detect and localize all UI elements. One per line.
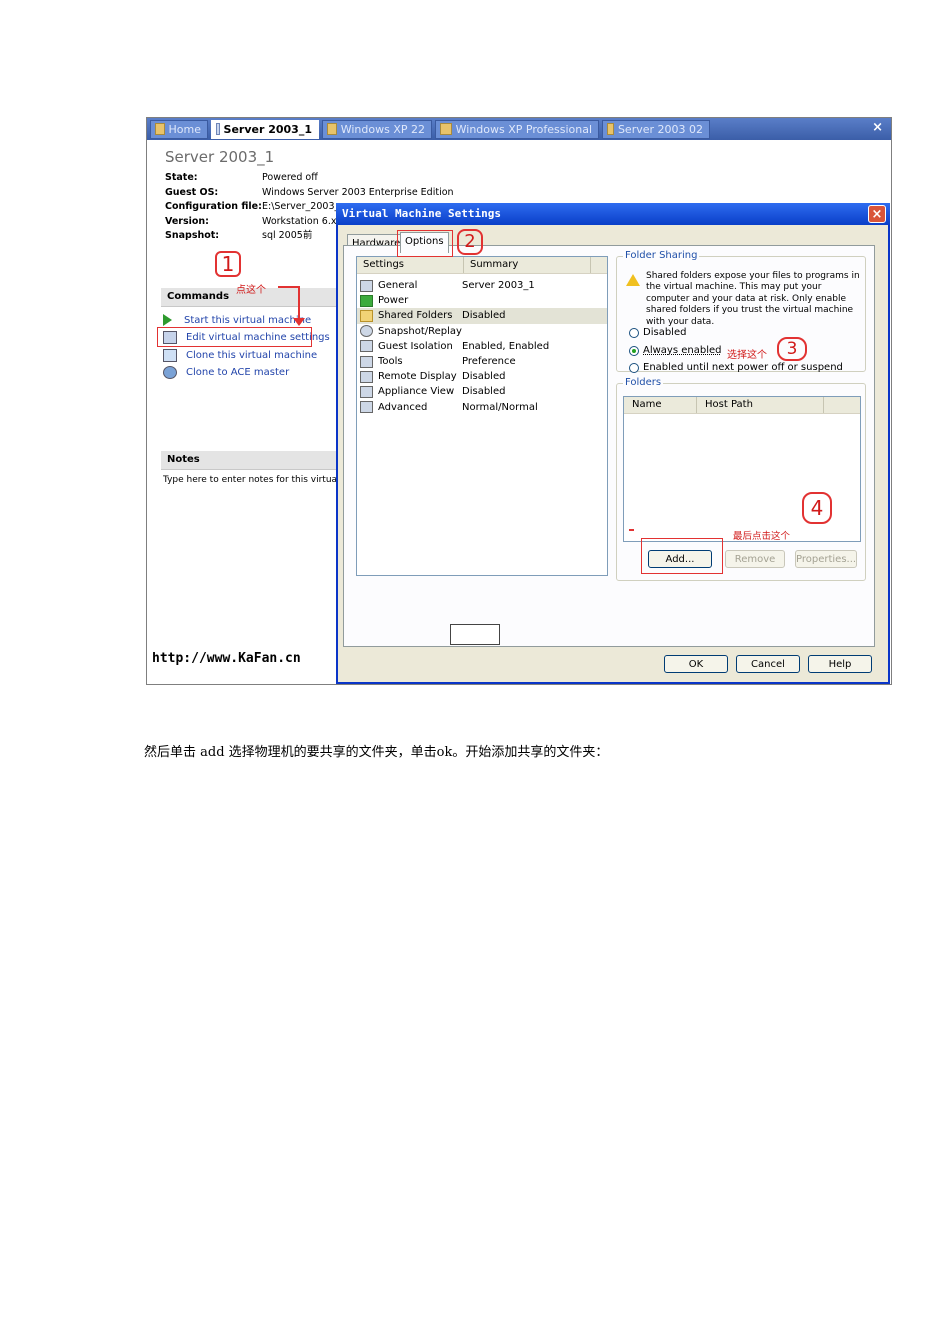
tab-server-2003-02[interactable]: Server 2003 02 bbox=[602, 119, 710, 139]
folder-icon bbox=[360, 309, 373, 322]
settings-list-header: Settings Summary bbox=[357, 257, 607, 274]
general-icon bbox=[360, 279, 373, 292]
radio-always-enabled[interactable]: Always enabled bbox=[629, 345, 721, 356]
annotation-mark-3: 3 bbox=[777, 337, 807, 361]
blank-box bbox=[450, 624, 500, 645]
summary-column-header[interactable]: Summary bbox=[464, 257, 591, 273]
snapshot-icon bbox=[360, 325, 373, 338]
vm-icon bbox=[607, 123, 614, 135]
annotation-mark-2: 2 bbox=[457, 229, 483, 255]
radio-button-selected[interactable] bbox=[629, 345, 639, 356]
annotation-dash bbox=[629, 529, 634, 531]
snapshot-value: sql 2005前 bbox=[262, 230, 313, 242]
appliance-icon bbox=[360, 385, 373, 398]
notes-header: Notes bbox=[161, 451, 342, 470]
version-label: Version: bbox=[165, 215, 209, 227]
close-tab-icon[interactable]: × bbox=[872, 120, 883, 135]
settings-column-header[interactable]: Settings bbox=[357, 257, 464, 273]
warning-icon bbox=[626, 274, 640, 286]
ace-icon bbox=[163, 366, 177, 379]
annotation-mark-4: 4 bbox=[802, 492, 832, 524]
folders-title: Folders bbox=[623, 377, 664, 388]
list-item[interactable]: Tools Preference bbox=[357, 354, 607, 369]
advanced-icon bbox=[360, 401, 373, 414]
caption: 然后单击 add 选择物理机的要共享的文件夹，单击ok。开始添加共享的文件夹： bbox=[144, 745, 609, 760]
dialog-close-button[interactable]: × bbox=[868, 205, 886, 223]
radio-button[interactable] bbox=[629, 362, 639, 373]
config-file-label: Configuration file: bbox=[165, 201, 262, 213]
list-item[interactable]: Advanced Normal/Normal bbox=[357, 400, 607, 415]
remove-folder-button[interactable]: Remove bbox=[725, 550, 785, 568]
folder-sharing-group: Folder Sharing Shared folders expose you… bbox=[616, 250, 866, 373]
cancel-button[interactable]: Cancel bbox=[736, 655, 800, 673]
annotation-box-options-tab bbox=[397, 230, 453, 257]
list-item[interactable]: Power bbox=[357, 293, 607, 308]
annotation-finally-click: 最后点击这个 bbox=[733, 531, 791, 542]
radio-button[interactable] bbox=[629, 327, 639, 338]
annotation-mark-1: 1 bbox=[215, 251, 241, 277]
list-item-selected[interactable]: Shared Folders Disabled bbox=[357, 308, 607, 324]
lock-icon bbox=[360, 340, 373, 353]
ok-button[interactable]: OK bbox=[664, 655, 728, 673]
state-label: State: bbox=[165, 172, 198, 183]
properties-button[interactable]: Properties... bbox=[795, 550, 857, 568]
screenshot-figure: Home Server 2003_1 Windows XP 22 Windows… bbox=[146, 117, 892, 685]
tab-windows-xp-professional[interactable]: Windows XP Professional bbox=[435, 119, 599, 139]
notes-input[interactable]: Type here to enter notes for this virtua… bbox=[163, 475, 337, 485]
config-file-value: E:\Server_2003_ bbox=[262, 201, 340, 213]
host-path-column-header[interactable]: Host Path bbox=[697, 397, 824, 413]
annotation-click-this: 点这个 bbox=[236, 285, 266, 296]
annotation-select-this: 选择这个 bbox=[727, 350, 767, 361]
vm-icon bbox=[440, 123, 452, 135]
version-value: Workstation 6.x v bbox=[262, 215, 346, 227]
list-item[interactable]: Guest Isolation Enabled, Enabled bbox=[357, 339, 607, 354]
vm-icon bbox=[327, 123, 337, 135]
settings-list: Settings Summary General Server 2003_1 Po… bbox=[356, 256, 608, 576]
tab-windows-xp-22[interactable]: Windows XP 22 bbox=[322, 119, 432, 139]
guest-os-label: Guest OS: bbox=[165, 186, 219, 198]
clone-icon bbox=[163, 349, 177, 362]
folders-list-header: Name Host Path bbox=[624, 397, 860, 414]
tab-home[interactable]: Home bbox=[150, 119, 208, 139]
play-icon bbox=[163, 314, 172, 326]
vm-tab-strip: Home Server 2003_1 Windows XP 22 Windows… bbox=[147, 118, 891, 140]
state-value: Powered off bbox=[262, 172, 318, 183]
power-icon bbox=[360, 294, 373, 307]
list-item[interactable]: Appliance View Disabled bbox=[357, 384, 607, 399]
monitor-icon bbox=[360, 370, 373, 383]
annotation-box-add-button bbox=[641, 538, 723, 574]
tab-server-2003-1[interactable]: Server 2003_1 bbox=[211, 119, 319, 139]
clone-ace-link[interactable]: Clone to ACE master bbox=[163, 366, 289, 379]
tools-icon bbox=[360, 355, 373, 368]
radio-enabled-until-power-off[interactable]: Enabled until next power off or suspend bbox=[629, 362, 843, 373]
name-column-header[interactable]: Name bbox=[624, 397, 697, 413]
guest-os-value: Windows Server 2003 Enterprise Edition bbox=[262, 186, 454, 198]
list-item[interactable]: Snapshot/Replay bbox=[357, 324, 607, 339]
list-item[interactable]: General Server 2003_1 bbox=[357, 278, 607, 293]
options-panel: Settings Summary General Server 2003_1 Po… bbox=[343, 245, 875, 647]
radio-disabled[interactable]: Disabled bbox=[629, 327, 686, 338]
folders-group: Folders Name Host Path Add... Remove Pro… bbox=[616, 377, 866, 581]
list-item[interactable]: Remote Display Disabled bbox=[357, 369, 607, 384]
snapshot-label: Snapshot: bbox=[165, 230, 220, 242]
dialog-title: Virtual Machine Settings bbox=[336, 203, 890, 225]
annotation-arrow-head bbox=[293, 318, 305, 326]
vm-title: Server 2003_1 bbox=[165, 148, 275, 166]
clone-vm-link[interactable]: Clone this virtual machine bbox=[163, 349, 317, 362]
vm-settings-dialog: Virtual Machine Settings × Hardware Opti… bbox=[336, 203, 890, 684]
watermark-url: http://www.KaFan.cn bbox=[152, 651, 301, 666]
folder-sharing-warning: Shared folders expose your files to prog… bbox=[646, 271, 860, 327]
folder-sharing-title: Folder Sharing bbox=[623, 250, 700, 261]
help-button[interactable]: Help bbox=[808, 655, 872, 673]
vm-icon bbox=[216, 123, 220, 135]
home-icon bbox=[155, 123, 165, 135]
annotation-box-edit-settings bbox=[157, 327, 312, 347]
